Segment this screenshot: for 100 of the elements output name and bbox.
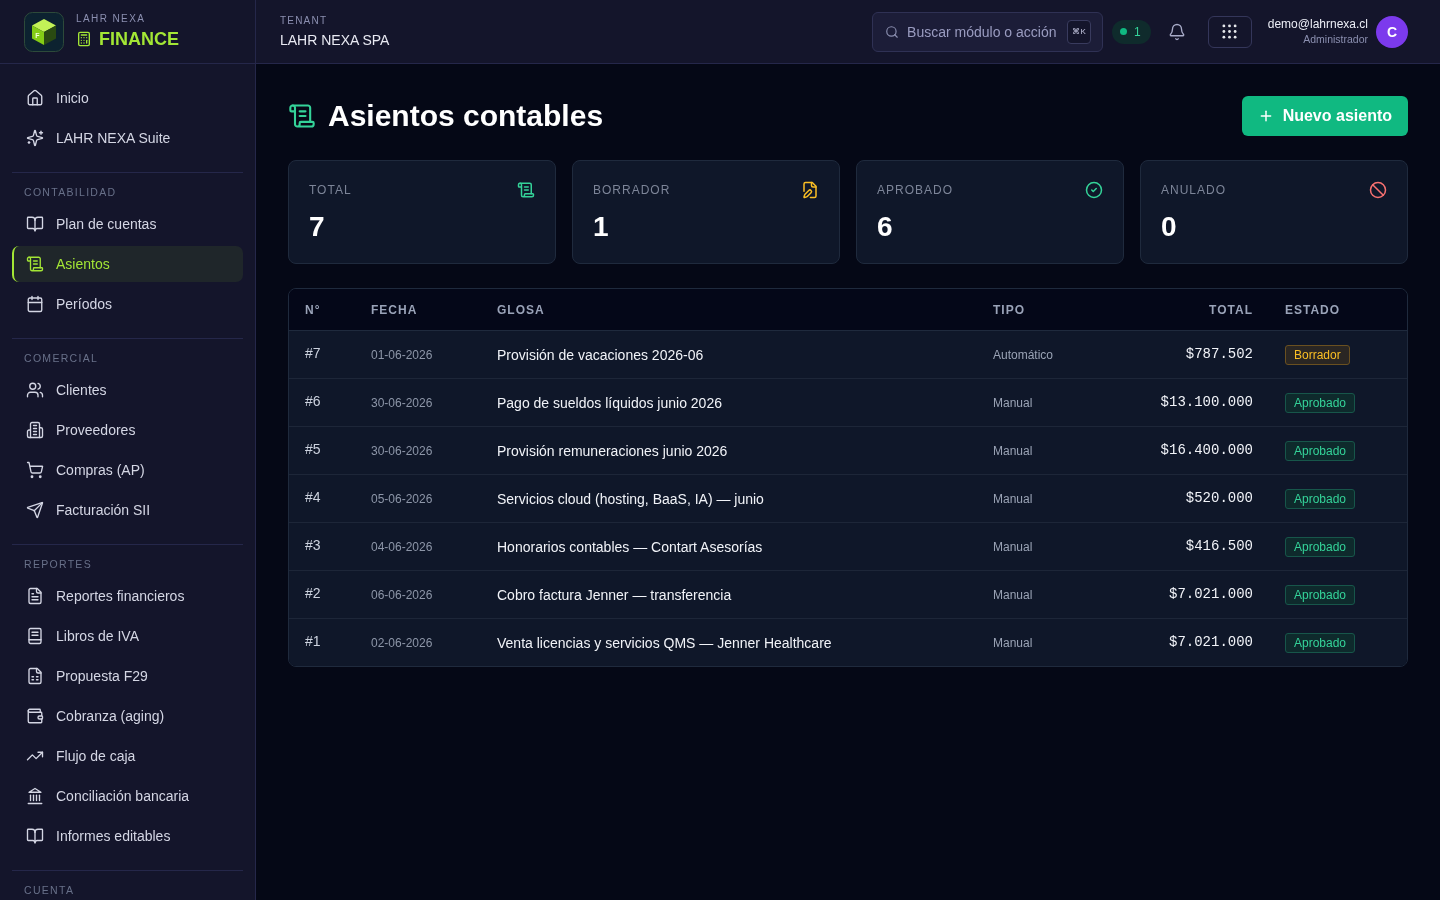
- status-badge: Aprobado: [1285, 440, 1356, 461]
- table-cell: #6: [289, 378, 355, 427]
- section-label: REPORTES: [23, 558, 93, 570]
- table-cell: 05-06-2026: [355, 474, 481, 523]
- stat-label: BORRADOR: [593, 183, 671, 197]
- page-title: Asientos contables: [328, 98, 604, 134]
- sidebar-item[interactable]: Conciliación bancaria: [12, 778, 243, 814]
- stat-value: 0: [1161, 211, 1178, 243]
- sidebar-item[interactable]: Proveedores: [12, 412, 243, 448]
- stat-value: 7: [309, 211, 326, 243]
- column-header: ESTADO: [1269, 289, 1407, 331]
- scroll-icon: [26, 255, 44, 273]
- table-cell: #2: [289, 570, 355, 619]
- scroll-icon: [288, 102, 316, 130]
- brand-overline: LAHR NEXA: [76, 13, 147, 25]
- stat-value: 6: [877, 211, 894, 243]
- tenant-label: TENANT: [280, 15, 329, 27]
- table-cell: 01-06-2026: [355, 330, 481, 379]
- calendar-icon: [26, 295, 44, 313]
- table-cell: $7.021.000: [1097, 618, 1269, 666]
- table-cell: $787.502: [1097, 330, 1269, 379]
- cart-icon: [26, 461, 44, 479]
- bell-icon: [1167, 22, 1186, 41]
- sidebar-item[interactable]: Períodos: [12, 286, 243, 322]
- table-cell: $520.000: [1097, 474, 1269, 523]
- stat-label: APROBADO: [877, 183, 953, 197]
- table-cell: $16.400.000: [1097, 426, 1269, 475]
- sidebar-item[interactable]: Propuesta F29: [12, 658, 243, 694]
- table-cell: #7: [289, 330, 355, 379]
- table-cell: 06-06-2026: [355, 570, 481, 619]
- section-label: COMERCIAL: [23, 352, 100, 364]
- stat-value: 1: [593, 211, 610, 243]
- wallet-icon: [26, 707, 44, 725]
- status-badge: Aprobado: [1285, 488, 1356, 509]
- document-icon: [26, 587, 44, 605]
- table-cell: 04-06-2026: [355, 522, 481, 571]
- users-icon: [26, 381, 44, 399]
- table-cell: #5: [289, 426, 355, 475]
- table-cell: #3: [289, 522, 355, 571]
- section-label: CONTABILIDAD: [23, 186, 118, 198]
- table-cell: Manual: [977, 618, 1097, 666]
- section-label: CUENTA: [23, 884, 76, 896]
- status-badge: Aprobado: [1285, 584, 1356, 605]
- shortcut-hint: ⌘K: [1067, 19, 1092, 44]
- table-cell: Pago de sueldos líquidos junio 2026: [481, 378, 977, 427]
- table-cell: Venta licencias y servicios QMS — Jenner Healthcare: [481, 618, 977, 666]
- stat-label: TOTAL: [309, 183, 352, 197]
- status-badge: Aprobado: [1285, 392, 1356, 413]
- paper-plane-icon: [26, 501, 44, 519]
- sparkles-icon: [26, 129, 44, 147]
- table-cell: Servicios cloud (hosting, BaaS, IA) — junio: [481, 474, 977, 523]
- table-cell: Cobro factura Jenner — transferencia: [481, 570, 977, 619]
- open-book-icon: [26, 215, 44, 233]
- sidebar-item[interactable]: Plan de cuentas: [12, 206, 243, 242]
- table-cell: #4: [289, 474, 355, 523]
- sidebar-item[interactable]: LAHR NEXA Suite: [12, 120, 243, 156]
- presence-count: 1: [1134, 24, 1141, 39]
- sidebar-item[interactable]: Libros de IVA: [12, 618, 243, 654]
- sidebar-item[interactable]: Flujo de caja: [12, 738, 243, 774]
- table-cell: 30-06-2026: [355, 426, 481, 475]
- table-cell: $7.021.000: [1097, 570, 1269, 619]
- notebook-icon: [26, 627, 44, 645]
- sidebar-item[interactable]: Compras (AP): [12, 452, 243, 488]
- sidebar-item[interactable]: Facturación SII: [12, 492, 243, 528]
- user-role: Administrador: [1303, 33, 1368, 46]
- user-avatar[interactable]: C: [1376, 15, 1408, 48]
- document-grid-icon: [26, 667, 44, 685]
- sidebar-item[interactable]: Inicio: [12, 80, 243, 116]
- status-badge: Borrador: [1285, 344, 1350, 365]
- home-icon: [26, 89, 44, 107]
- table-cell: Manual: [977, 474, 1097, 523]
- stat-label: ANULADO: [1161, 183, 1226, 197]
- table-cell: Provisión de vacaciones 2026-06: [481, 330, 977, 379]
- apps-button[interactable]: [1207, 15, 1252, 48]
- sidebar-item[interactable]: Asientos: [12, 246, 243, 282]
- calculator-icon: [76, 31, 92, 47]
- sidebar-item[interactable]: Clientes: [12, 372, 243, 408]
- column-header: N°: [289, 289, 355, 331]
- bank-icon: [26, 787, 44, 805]
- table-cell: Manual: [977, 378, 1097, 427]
- sidebar-item[interactable]: Informes editables: [12, 818, 243, 854]
- status-dot-icon: [1120, 28, 1128, 35]
- sidebar-item[interactable]: Cobranza (aging): [12, 698, 243, 734]
- user-email: demo@lahrnexa.cl: [1267, 17, 1368, 31]
- table-cell: Automático: [977, 330, 1097, 379]
- table-cell: $416.500: [1097, 522, 1269, 571]
- table-cell: #1: [289, 618, 355, 666]
- table-cell: Honorarios contables — Contart Asesorías: [481, 522, 977, 571]
- tenant-name: LAHR NEXA SPA: [280, 32, 390, 48]
- table-cell: 30-06-2026: [355, 378, 481, 427]
- sidebar-item[interactable]: Reportes financieros: [12, 578, 243, 614]
- building-icon: [26, 421, 44, 439]
- brand-name: FINANCE: [99, 28, 179, 50]
- table-cell: Manual: [977, 570, 1097, 619]
- table-cell: Manual: [977, 522, 1097, 571]
- search-icon: [885, 24, 900, 39]
- table-cell: $13.100.000: [1097, 378, 1269, 427]
- table-cell: Manual: [977, 426, 1097, 475]
- open-book-icon: [26, 827, 44, 845]
- table-cell: 02-06-2026: [355, 618, 481, 666]
